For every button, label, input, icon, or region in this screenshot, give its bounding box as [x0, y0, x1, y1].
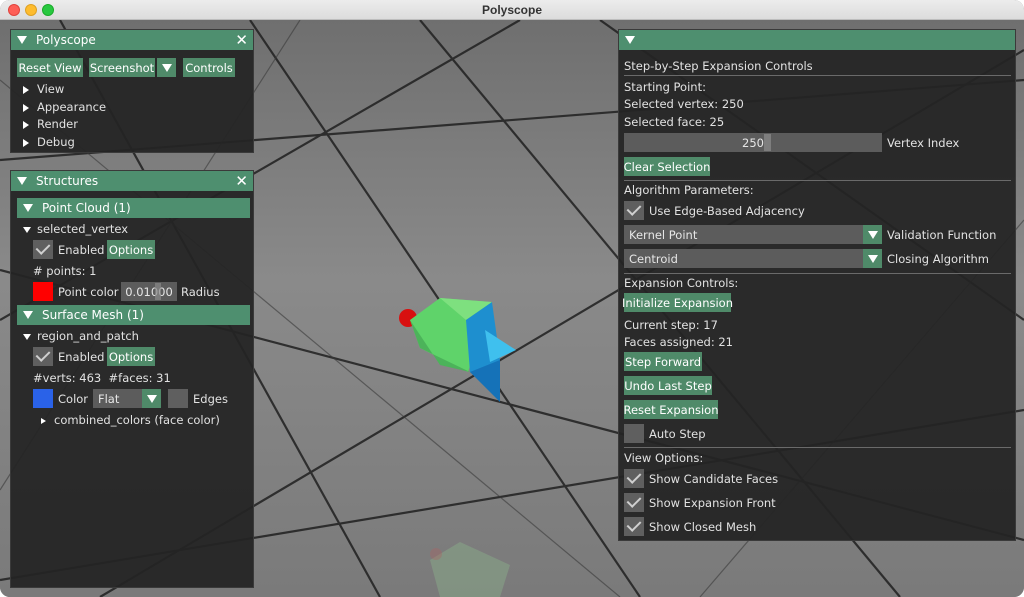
structures-panel: Structures ✕ Point Cloud (1) selected_ve… [10, 170, 254, 588]
tree-item-appearance[interactable]: Appearance [23, 100, 106, 114]
auto-step-label: Auto Step [649, 427, 706, 441]
show-candidate-faces-checkbox[interactable] [624, 469, 644, 488]
divider [624, 447, 1011, 448]
expand-triangle-icon [23, 85, 29, 94]
mesh-color-swatch[interactable] [33, 389, 53, 408]
structures-panel-title: Structures [36, 174, 99, 188]
undo-last-step-button[interactable]: Undo Last Step [624, 376, 712, 395]
edge-adjacency-checkbox[interactable] [624, 201, 644, 220]
closing-algorithm-label: Closing Algorithm [887, 252, 990, 266]
expansion-panel-header[interactable] [619, 30, 1015, 50]
polyscope-panel: Polyscope ✕ Reset View Screenshot Contro… [10, 29, 254, 153]
show-closed-mesh-label: Show Closed Mesh [649, 520, 757, 534]
validation-function-select[interactable]: Kernel Point [624, 225, 882, 244]
expand-triangle-icon [23, 138, 29, 147]
starting-point-heading: Starting Point: [624, 80, 706, 94]
radius-slider-grab[interactable] [155, 283, 161, 300]
show-expansion-front-label: Show Expansion Front [649, 496, 776, 510]
surface-mesh-enabled-label: Enabled [58, 350, 105, 364]
view-options-heading: View Options: [624, 451, 704, 465]
controls-button[interactable]: Controls [183, 58, 235, 77]
chevron-down-icon[interactable] [863, 225, 882, 244]
structures-panel-header[interactable]: Structures ✕ [11, 171, 253, 191]
divider [624, 180, 1011, 181]
collapse-triangle-icon[interactable] [17, 36, 27, 44]
point-cloud-enabled-label: Enabled [58, 243, 105, 257]
expand-triangle-icon [23, 103, 29, 112]
vertex-index-slider-grab[interactable] [764, 134, 771, 151]
window-title: Polyscope [481, 3, 543, 17]
app-window: Polyscope Polyscope ✕ Reset View Screens… [0, 0, 1024, 597]
divider [624, 75, 1011, 76]
close-icon[interactable]: ✕ [235, 172, 248, 190]
point-cloud-options-button[interactable]: Options [107, 240, 155, 259]
divider [624, 273, 1011, 274]
chevron-down-icon [161, 63, 172, 72]
expansion-controls-heading: Expansion Controls: [624, 276, 739, 290]
show-candidate-faces-label: Show Candidate Faces [649, 472, 779, 486]
expand-triangle-icon [41, 417, 46, 424]
shade-style-select[interactable]: Flat [93, 389, 161, 408]
auto-step-checkbox[interactable] [624, 424, 644, 443]
point-color-label: Point color [58, 285, 119, 299]
algorithm-params-heading: Algorithm Parameters: [624, 183, 754, 197]
surface-mesh-options-button[interactable]: Options [107, 347, 155, 366]
tree-item-view[interactable]: View [23, 82, 64, 96]
edge-adjacency-label: Use Edge-Based Adjacency [649, 204, 805, 218]
tree-item-debug[interactable]: Debug [23, 135, 75, 149]
reset-expansion-button[interactable]: Reset Expansion [624, 400, 719, 419]
close-icon[interactable]: ✕ [235, 31, 248, 49]
edges-label: Edges [193, 392, 228, 406]
mesh-color-label: Color [58, 392, 89, 406]
collapse-triangle-icon[interactable] [625, 36, 635, 44]
collapse-triangle-icon [23, 226, 31, 233]
surface-mesh-enabled-checkbox[interactable] [33, 347, 53, 366]
tree-item-render[interactable]: Render [23, 117, 78, 131]
vertex-index-label: Vertex Index [887, 136, 960, 150]
collapse-triangle-icon[interactable] [17, 177, 27, 185]
closing-algorithm-select[interactable]: Centroid [624, 249, 882, 268]
collapse-triangle-icon [23, 204, 33, 212]
edges-checkbox[interactable] [168, 389, 188, 408]
surface-mesh-header[interactable]: Surface Mesh (1) [17, 305, 250, 325]
radius-slider[interactable]: 0.01000 [121, 282, 177, 301]
mesh-stats-text: #verts: 463 #faces: 31 [33, 371, 171, 385]
collapse-triangle-icon [23, 333, 31, 340]
initialize-expansion-button[interactable]: Initialize Expansion [622, 293, 733, 312]
collapse-triangle-icon [23, 311, 33, 319]
selected-vertex-text: Selected vertex: 250 [624, 97, 744, 111]
surface-mesh-name[interactable]: region_and_patch [23, 329, 139, 343]
point-cloud-name[interactable]: selected_vertex [23, 222, 128, 236]
vertex-index-slider[interactable]: 250 [624, 133, 882, 152]
quantity-tree-item[interactable]: combined_colors (face color) [41, 413, 220, 427]
3d-viewport[interactable]: Polyscope ✕ Reset View Screenshot Contro… [0, 19, 1024, 597]
validation-function-label: Validation Function [887, 228, 997, 242]
screenshot-button[interactable]: Screenshot [89, 58, 155, 77]
title-bar: Polyscope [0, 0, 1024, 20]
faces-assigned-text: Faces assigned: 21 [624, 335, 734, 349]
polyscope-panel-header[interactable]: Polyscope ✕ [11, 30, 253, 50]
clear-selection-button[interactable]: Clear Selection [624, 157, 710, 176]
expand-triangle-icon [23, 120, 29, 129]
polyscope-panel-title: Polyscope [36, 33, 96, 47]
point-cloud-header[interactable]: Point Cloud (1) [17, 198, 250, 218]
chevron-down-icon[interactable] [142, 389, 161, 408]
radius-label: Radius [181, 285, 220, 299]
step-forward-button[interactable]: Step Forward [624, 352, 702, 371]
selected-face-text: Selected face: 25 [624, 115, 725, 129]
current-step-text: Current step: 17 [624, 318, 718, 332]
reset-view-button[interactable]: Reset View [17, 58, 83, 77]
screenshot-options-button[interactable] [157, 58, 176, 77]
point-cloud-enabled-checkbox[interactable] [33, 240, 53, 259]
show-closed-mesh-checkbox[interactable] [624, 517, 644, 536]
expansion-controls-panel: Step-by-Step Expansion Controls Starting… [618, 29, 1016, 541]
point-color-swatch[interactable] [33, 282, 53, 301]
expansion-panel-title: Step-by-Step Expansion Controls [624, 59, 813, 73]
show-expansion-front-checkbox[interactable] [624, 493, 644, 512]
point-count-text: # points: 1 [33, 264, 97, 278]
chevron-down-icon[interactable] [863, 249, 882, 268]
